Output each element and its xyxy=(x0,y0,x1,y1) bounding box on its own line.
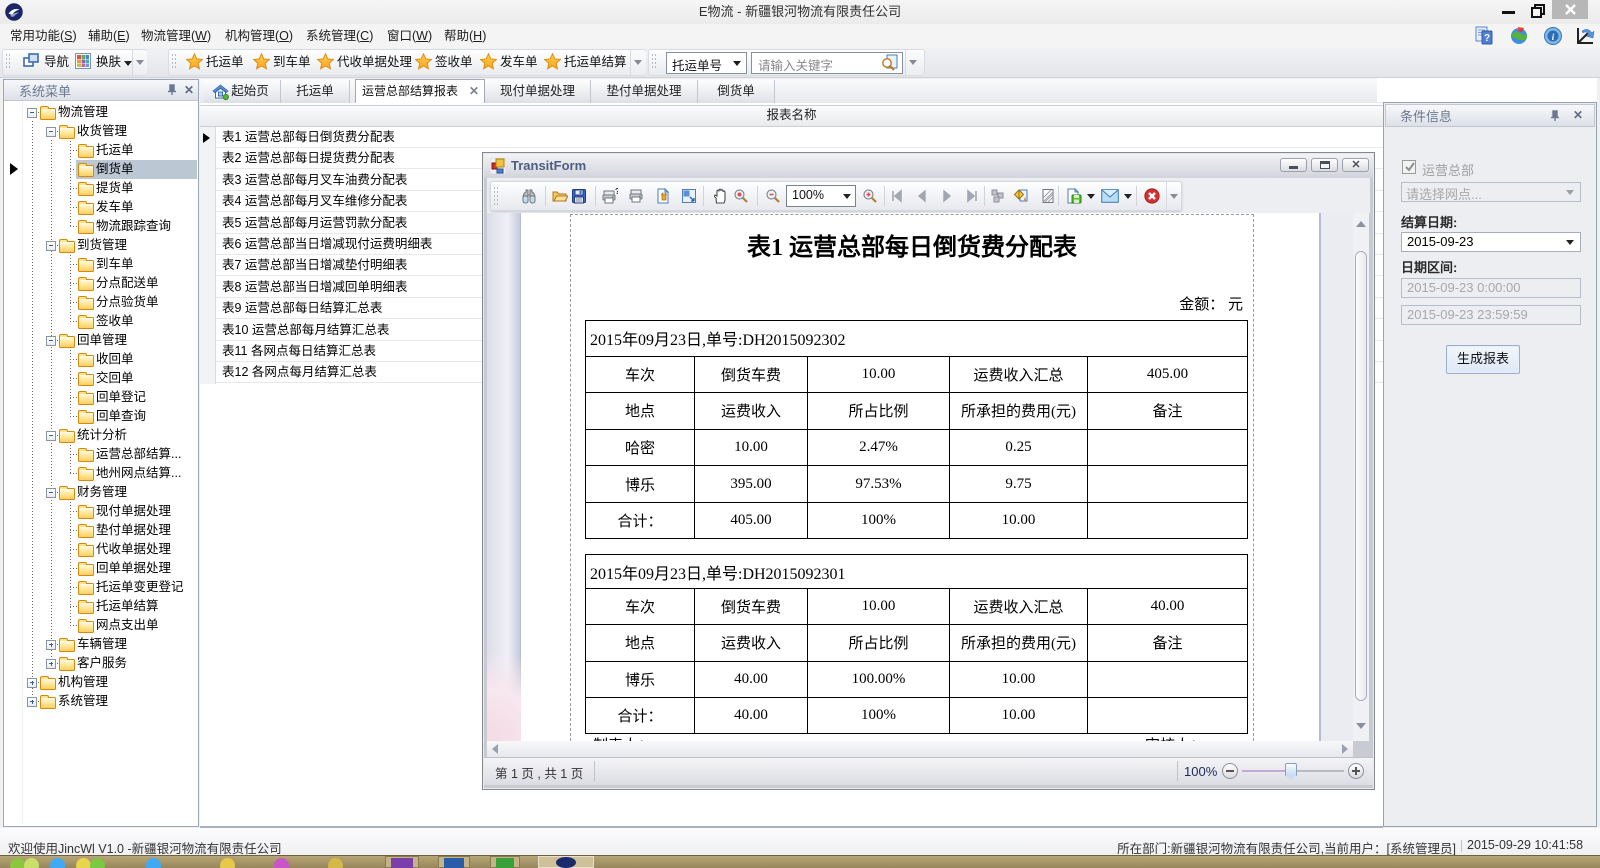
svg-text:?: ? xyxy=(1484,33,1490,44)
svg-text:?: ? xyxy=(615,188,618,196)
